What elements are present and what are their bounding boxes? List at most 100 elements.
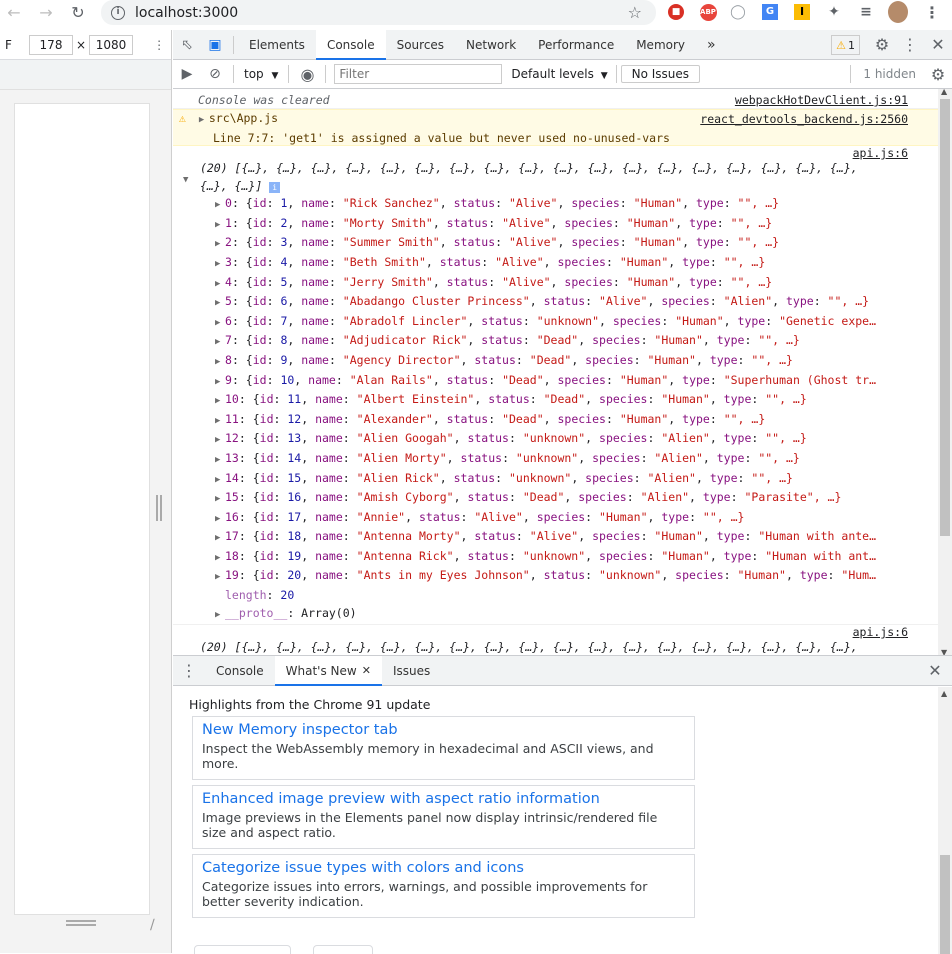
expand-triangle-icon[interactable]: ▶ — [215, 197, 225, 215]
viewport-height-input[interactable]: 1080 — [89, 34, 134, 55]
expand-triangle-icon[interactable]: ▶ — [215, 452, 225, 470]
drawer-scrollbar[interactable]: ▲ — [938, 687, 952, 954]
array-item[interactable]: ▶ 18: {id: 19, name: "Antenna Rick", stat… — [173, 548, 938, 568]
feature-title[interactable]: Categorize issue types with colors and i… — [202, 860, 685, 876]
warning-file[interactable]: src\App.js — [209, 111, 278, 125]
sidebar-toggle-icon[interactable]: ▶ — [173, 66, 201, 82]
source-link[interactable]: react_devtools_backend.js:2560 — [700, 111, 908, 129]
array-item[interactable]: ▶ 13: {id: 14, name: "Alien Morty", statu… — [173, 450, 938, 470]
array-item[interactable]: ▶ 8: {id: 9, name: "Agency Director", sta… — [173, 352, 938, 372]
expand-triangle-icon[interactable]: ▶ — [215, 217, 225, 235]
expand-triangle-icon[interactable]: ▶ — [215, 236, 225, 254]
expand-triangle-icon[interactable]: ▶ — [215, 413, 225, 431]
forward-arrow-icon[interactable]: → — [34, 0, 58, 24]
expand-triangle-icon[interactable]: ▶ — [215, 472, 225, 490]
close-drawer-icon[interactable]: ✕ — [918, 656, 952, 685]
console-settings-gear-icon[interactable]: ⚙ — [924, 65, 952, 84]
array-item[interactable]: ▶ 14: {id: 15, name: "Alien Rick", status… — [173, 470, 938, 490]
issues-button[interactable]: No Issues — [620, 65, 701, 83]
expand-triangle-icon[interactable]: ▶ — [215, 550, 225, 568]
array-summary[interactable]: (20) [{…}, {…}, {…}, {…}, {…}, {…}, {…},… — [200, 160, 858, 195]
info-badge-icon[interactable]: i — [269, 181, 281, 193]
array-item[interactable]: ▶ 2: {id: 3, name: "Summer Smith", status… — [173, 234, 938, 254]
close-tab-icon[interactable]: ✕ — [362, 664, 371, 677]
inspect-element-icon[interactable]: ⬁ — [173, 30, 201, 59]
live-expression-eye-icon[interactable]: ◉ — [293, 65, 321, 84]
expand-triangle-icon[interactable]: ▶ — [215, 607, 225, 625]
bookmark-star-icon[interactable]: ☆ — [628, 3, 642, 22]
expand-triangle-icon[interactable]: ▶ — [215, 256, 225, 274]
devtools-menu-icon[interactable]: ⋮ — [896, 30, 924, 59]
translate-icon[interactable]: G — [760, 2, 780, 22]
source-link[interactable]: api.js:6 — [853, 145, 908, 163]
address-bar[interactable]: i localhost:3000 ☆ — [101, 0, 656, 25]
array-item[interactable]: ▶ 15: {id: 16, name: "Amish Cyborg", stat… — [173, 489, 938, 509]
chrome-menu-icon[interactable]: ⋮ — [922, 2, 942, 22]
resize-corner-icon[interactable]: ∕ — [150, 917, 155, 933]
expand-triangle-icon[interactable]: ▶ — [215, 511, 225, 529]
feature-card[interactable]: Enhanced image preview with aspect ratio… — [192, 785, 695, 849]
tab-sources[interactable]: Sources — [386, 30, 455, 59]
expand-triangle-icon[interactable]: ▶ — [215, 393, 225, 411]
scroll-up-arrow-icon[interactable]: ▲ — [941, 87, 947, 96]
array-item[interactable]: ▶ 19: {id: 20, name: "Ants in my Eyes Joh… — [173, 567, 938, 587]
media-control-icon[interactable]: ≡ — [856, 2, 876, 22]
resize-handle-vertical[interactable] — [156, 495, 162, 521]
drawer-tab-whats-new[interactable]: What's New ✕ — [274, 656, 383, 686]
array-summary[interactable]: (20) [{…}, {…}, {…}, {…}, {…}, {…}, {…},… — [200, 639, 858, 655]
reload-icon[interactable]: ↻ — [66, 0, 90, 24]
array-item[interactable]: ▶ 17: {id: 18, name: "Antenna Morty", sta… — [173, 528, 938, 548]
array-item[interactable]: ▶ 6: {id: 7, name: "Abradolf Lincler", st… — [173, 313, 938, 333]
feature-title[interactable]: New Memory inspector tab — [202, 722, 685, 738]
extension-yellow-icon[interactable]: I — [792, 2, 812, 22]
array-item[interactable]: ▶ 16: {id: 17, name: "Annie", status: "Al… — [173, 509, 938, 529]
context-selector[interactable]: top ▼ — [238, 67, 284, 81]
scrollbar-thumb[interactable] — [940, 99, 950, 536]
shield-extension-icon[interactable]: ◯ — [728, 2, 748, 22]
puzzle-extensions-icon[interactable]: ✦ — [824, 2, 844, 22]
tab-performance[interactable]: Performance — [527, 30, 625, 59]
drawer-tab-issues[interactable]: Issues — [382, 656, 441, 685]
drawer-menu-icon[interactable]: ⋮ — [173, 656, 205, 685]
adblock-icon[interactable]: ABP — [698, 2, 718, 22]
back-arrow-icon[interactable]: ← — [2, 0, 26, 24]
settings-gear-icon[interactable]: ⚙ — [868, 30, 896, 59]
array-item[interactable]: ▶ 0: {id: 1, name: "Rick Sanchez", status… — [173, 195, 938, 215]
expand-triangle-icon[interactable]: ▶ — [215, 491, 225, 509]
log-levels-dropdown[interactable]: Default levels ▼ — [511, 67, 607, 81]
console-scrollbar[interactable]: ▲ ▼ — [938, 87, 952, 657]
viewport-width-input[interactable]: 178 — [29, 34, 73, 55]
feature-card[interactable]: New Memory inspector tab Inspect the Web… — [192, 716, 695, 780]
array-item[interactable]: ▶ 12: {id: 13, name: "Alien Googah", stat… — [173, 430, 938, 450]
extension-red-icon[interactable]: ■ — [666, 2, 686, 22]
device-label[interactable]: F — [5, 38, 29, 52]
tab-console[interactable]: Console — [315, 30, 386, 60]
expand-triangle-icon[interactable]: ▶ — [215, 432, 225, 450]
tab-network[interactable]: Network — [455, 30, 527, 59]
collapse-triangle-icon[interactable]: ▼ — [183, 172, 193, 190]
array-item[interactable]: ▶ 11: {id: 12, name: "Alexander", status:… — [173, 411, 938, 431]
array-item[interactable]: ▶ 1: {id: 2, name: "Morty Smith", status:… — [173, 215, 938, 235]
more-tabs-icon[interactable]: » — [696, 30, 727, 59]
expand-triangle-icon[interactable]: ▶ — [215, 315, 225, 333]
scrollbar-thumb[interactable] — [940, 855, 950, 954]
array-item[interactable]: ▶ 4: {id: 5, name: "Jerry Smith", status:… — [173, 274, 938, 294]
profile-avatar[interactable] — [888, 1, 908, 23]
close-devtools-icon[interactable]: ✕ — [924, 30, 952, 59]
expand-triangle-icon[interactable]: ▶ — [215, 374, 225, 392]
array-item[interactable]: ▶ 9: {id: 10, name: "Alan Rails", status:… — [173, 372, 938, 392]
drawer-tab-console[interactable]: Console — [205, 656, 275, 685]
expand-triangle-icon[interactable]: ▶ — [215, 295, 225, 313]
expand-triangle-icon[interactable]: ▶ — [215, 530, 225, 548]
resize-handle-bottom[interactable] — [66, 920, 96, 926]
array-item[interactable]: ▶ 3: {id: 4, name: "Beth Smith", status: … — [173, 254, 938, 274]
array-item[interactable]: ▶ 7: {id: 8, name: "Adjudicator Rick", st… — [173, 332, 938, 352]
feature-title[interactable]: Enhanced image preview with aspect ratio… — [202, 791, 685, 807]
device-toggle-icon[interactable]: ▣ — [201, 30, 229, 59]
expand-triangle-icon[interactable]: ▶ — [215, 569, 225, 587]
filter-input[interactable]: Filter — [334, 64, 503, 84]
info-icon[interactable]: i — [111, 5, 125, 20]
tab-elements[interactable]: Elements — [238, 30, 316, 59]
clear-console-icon[interactable]: ⊘ — [201, 66, 229, 82]
warning-counter[interactable]: ⚠ 1 — [831, 35, 860, 55]
